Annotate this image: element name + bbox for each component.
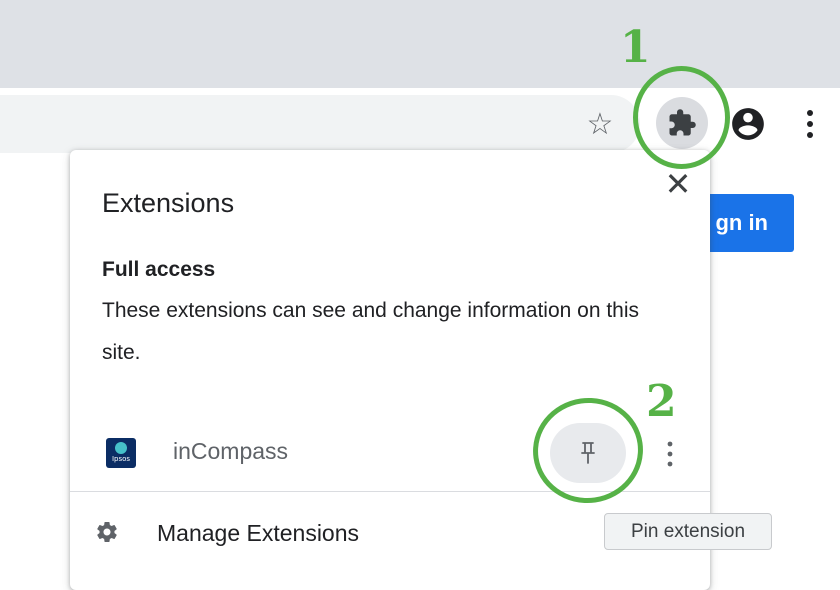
more-vert-icon [807,110,813,138]
tab-strip [0,0,840,88]
incompass-logo-text: Ipsos [111,455,131,463]
account-circle-icon [732,108,764,140]
annotation-number-2: 2 [646,376,677,427]
browser-menu-button[interactable] [792,104,828,144]
pin-extension-tooltip: Pin extension [604,513,772,550]
more-vert-icon [667,441,673,467]
extension-name: inCompass [173,438,289,464]
close-icon[interactable]: ✕ [662,168,694,200]
full-access-description: These extensions can see and change info… [102,299,640,364]
incompass-logo: Ipsos [106,438,136,468]
popup-title: Extensions [102,188,235,218]
gear-icon [94,519,120,545]
annotation-number-1: 1 [620,22,651,73]
full-access-heading: Full access [102,258,216,281]
pin-icon [581,442,595,464]
address-bar[interactable] [0,95,640,153]
manage-extensions-label: Manage Extensions [157,520,360,546]
star-outline-icon[interactable]: ☆ [580,104,620,144]
extensions-button[interactable] [656,97,708,149]
extension-row-incompass[interactable]: Ipsos inCompass [70,418,710,486]
profile-button[interactable] [728,104,768,144]
puzzle-icon [669,109,696,136]
pin-extension-button[interactable] [550,423,626,483]
extension-more-button[interactable] [660,436,680,472]
